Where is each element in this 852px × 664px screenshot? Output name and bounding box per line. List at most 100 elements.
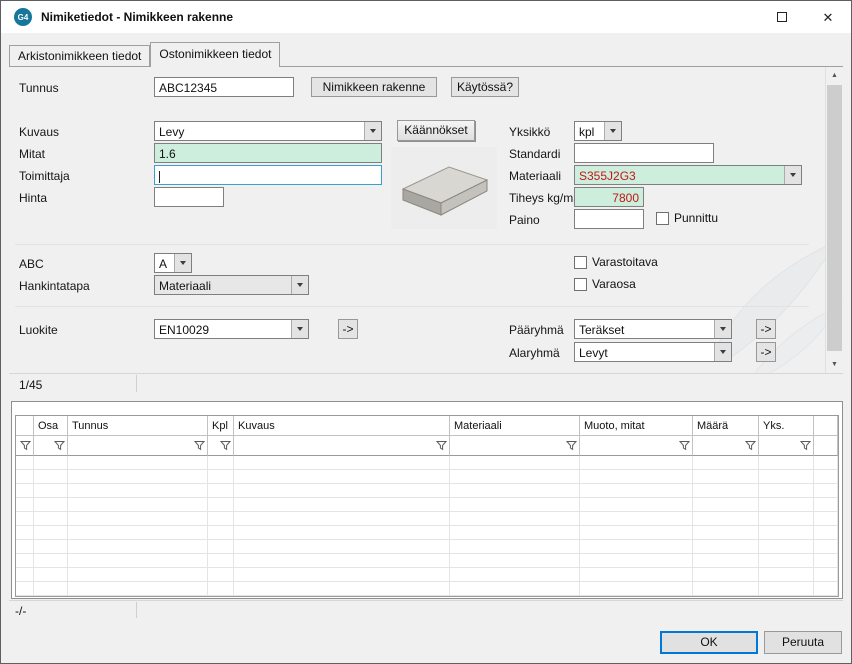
- filter-funnel-icon[interactable]: [800, 440, 811, 451]
- filter-cell[interactable]: [450, 436, 580, 456]
- table-cell: [68, 470, 208, 484]
- table-cell: [16, 526, 34, 540]
- punnittu-checkbox[interactable]: Punnittu: [656, 211, 718, 225]
- scroll-up-icon[interactable]: ▲: [826, 67, 843, 84]
- materiaali-select[interactable]: S355J2G3: [574, 165, 802, 185]
- filter-cell[interactable]: [759, 436, 814, 456]
- scroll-down-icon[interactable]: ▼: [826, 356, 843, 373]
- paino-input[interactable]: [574, 209, 644, 229]
- filter-cell[interactable]: [580, 436, 693, 456]
- filter-funnel-icon[interactable]: [745, 440, 756, 451]
- chevron-down-icon[interactable]: [714, 320, 731, 338]
- filter-funnel-icon[interactable]: [20, 440, 31, 451]
- column-header-osa[interactable]: Osa: [34, 416, 68, 436]
- column-header-kpl[interactable]: Kpl: [208, 416, 234, 436]
- column-header-yks-[interactable]: Yks.: [759, 416, 814, 436]
- luokite-select[interactable]: EN10029: [154, 319, 309, 339]
- filter-funnel-icon[interactable]: [220, 440, 231, 451]
- column-header-kuvaus[interactable]: Kuvaus: [234, 416, 450, 436]
- cancel-button[interactable]: Peruuta: [764, 631, 842, 654]
- kuvaus-label: Kuvaus: [19, 125, 59, 139]
- table-row[interactable]: [16, 484, 838, 498]
- filter-cell[interactable]: [16, 436, 34, 456]
- hankintatapa-select[interactable]: Materiaali: [154, 275, 309, 295]
- chevron-down-icon[interactable]: [604, 122, 621, 140]
- parts-table: OsaTunnusKplKuvausMateriaaliMuoto, mitat…: [15, 415, 839, 597]
- filter-cell[interactable]: [208, 436, 234, 456]
- table-cell: [16, 568, 34, 582]
- filter-cell[interactable]: [34, 436, 68, 456]
- table-row[interactable]: [16, 554, 838, 568]
- filter-funnel-icon[interactable]: [436, 440, 447, 451]
- table-cell: [34, 456, 68, 470]
- chevron-down-icon[interactable]: [784, 166, 801, 184]
- column-header-tunnus[interactable]: Tunnus: [68, 416, 208, 436]
- filter-funnel-icon[interactable]: [679, 440, 690, 451]
- hinta-input[interactable]: [154, 187, 224, 207]
- tab-ostonimikkeen-tiedot[interactable]: Ostonimikkeen tiedot: [150, 42, 280, 67]
- table-cell: [34, 484, 68, 498]
- chevron-down-icon[interactable]: [714, 343, 731, 361]
- table-row[interactable]: [16, 582, 838, 596]
- alaryhma-select[interactable]: Levyt: [574, 342, 732, 362]
- table-cell: [580, 456, 693, 470]
- alaryhma-arrow-button[interactable]: ->: [756, 342, 776, 362]
- chevron-down-icon[interactable]: [291, 276, 308, 294]
- varastoitava-checkbox[interactable]: Varastoitava: [574, 255, 658, 269]
- kaytossa-button[interactable]: Käytössä?: [451, 77, 519, 97]
- abc-select[interactable]: A: [154, 253, 192, 273]
- filter-funnel-icon[interactable]: [194, 440, 205, 451]
- column-header-määrä[interactable]: Määrä: [693, 416, 759, 436]
- table-row[interactable]: [16, 568, 838, 582]
- maximize-button[interactable]: [759, 1, 805, 33]
- yksikko-select[interactable]: kpl: [574, 121, 622, 141]
- tab-arkistonimikkeen-tiedot[interactable]: Arkistonimikkeen tiedot: [9, 45, 150, 66]
- titlebar[interactable]: G4 Nimiketiedot - Nimikkeen rakenne ✕: [1, 1, 851, 33]
- ok-button[interactable]: OK: [660, 631, 758, 654]
- table-cell: [450, 512, 580, 526]
- standardi-input[interactable]: [574, 143, 714, 163]
- table-row[interactable]: [16, 470, 838, 484]
- mitat-label: Mitat: [19, 147, 45, 161]
- column-header-blank[interactable]: [16, 416, 34, 436]
- filter-cell[interactable]: [68, 436, 208, 456]
- table-cell: [234, 526, 450, 540]
- chevron-down-icon[interactable]: [174, 254, 191, 272]
- table-cell: [693, 582, 759, 596]
- filter-cell[interactable]: [693, 436, 759, 456]
- paaryhma-select[interactable]: Teräkset: [574, 319, 732, 339]
- tiheys-input[interactable]: 7800: [574, 187, 644, 207]
- filter-funnel-icon[interactable]: [566, 440, 577, 451]
- table-cell: [450, 484, 580, 498]
- column-header-muoto-mitat[interactable]: Muoto, mitat: [580, 416, 693, 436]
- paaryhma-label: Pääryhmä: [509, 323, 564, 337]
- filter-cell[interactable]: [234, 436, 450, 456]
- materiaali-value: S355J2G3: [575, 166, 784, 184]
- kuvaus-select[interactable]: Levy: [154, 121, 382, 141]
- table-row[interactable]: [16, 512, 838, 526]
- chevron-down-icon[interactable]: [291, 320, 308, 338]
- tunnus-input[interactable]: ABC12345: [154, 77, 294, 97]
- table-row[interactable]: [16, 526, 838, 540]
- table-row[interactable]: [16, 456, 838, 470]
- varaosa-checkbox[interactable]: Varaosa: [574, 277, 636, 291]
- kaannokset-button[interactable]: Käännökset: [397, 120, 475, 141]
- paaryhma-arrow-button[interactable]: ->: [756, 319, 776, 339]
- luokite-arrow-button[interactable]: ->: [338, 319, 358, 339]
- column-header-materiaali[interactable]: Materiaali: [450, 416, 580, 436]
- filter-funnel-icon[interactable]: [54, 440, 65, 451]
- table-cell: [16, 512, 34, 526]
- toimittaja-input[interactable]: [154, 165, 382, 185]
- table-row[interactable]: [16, 540, 838, 554]
- chevron-down-icon[interactable]: [364, 122, 381, 140]
- nimikkeen-rakenne-button[interactable]: Nimikkeen rakenne: [311, 77, 437, 97]
- table-cell: [580, 582, 693, 596]
- table-row[interactable]: [16, 498, 838, 512]
- mitat-input[interactable]: 1.6: [154, 143, 382, 163]
- close-button[interactable]: ✕: [805, 1, 851, 33]
- scrollbar-thumb[interactable]: [827, 85, 842, 351]
- checkbox-box: [574, 278, 587, 291]
- table-cell: [234, 582, 450, 596]
- vertical-scrollbar[interactable]: ▲ ▼: [825, 67, 842, 373]
- table-cell: [580, 568, 693, 582]
